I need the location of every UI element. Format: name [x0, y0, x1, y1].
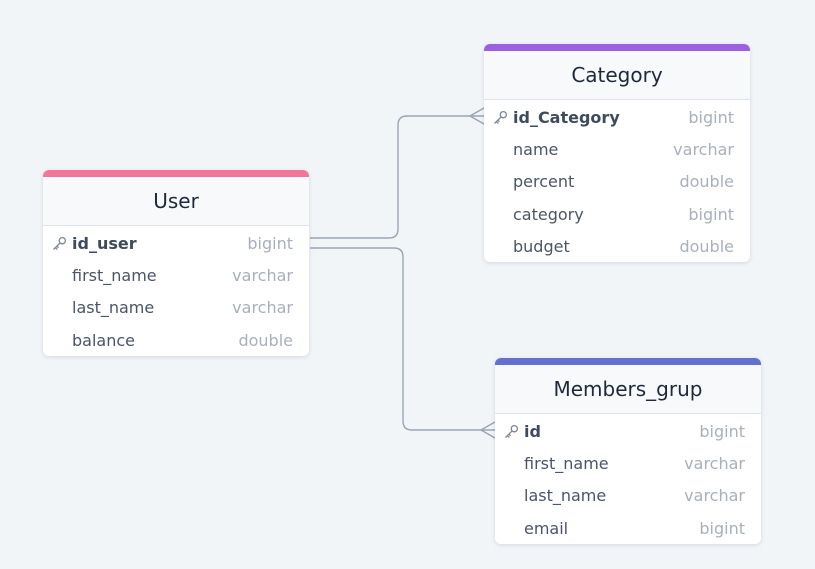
- column-type: double: [679, 236, 734, 256]
- column-type: varchar: [232, 265, 293, 285]
- table-user[interactable]: User id_user bigint first_name varchar l…: [43, 170, 309, 356]
- table-header-category[interactable]: Category: [484, 44, 750, 100]
- column-type: bigint: [688, 107, 734, 127]
- table-header-user[interactable]: User: [43, 170, 309, 226]
- column-row[interactable]: id_Category bigint: [484, 101, 750, 133]
- column-name: last_name: [524, 486, 607, 506]
- column-name: id_user: [72, 233, 137, 253]
- column-row[interactable]: name varchar: [484, 133, 750, 165]
- column-name: percent: [513, 172, 575, 192]
- column-type: bigint: [699, 421, 745, 441]
- column-type: varchar: [684, 453, 745, 473]
- table-header-members-grup[interactable]: Members_grup: [495, 358, 761, 414]
- column-type: varchar: [673, 139, 734, 159]
- table-title: User: [153, 189, 199, 213]
- column-type: varchar: [232, 298, 293, 318]
- column-type: bigint: [688, 204, 734, 224]
- key-icon: [505, 424, 519, 438]
- table-members-grup[interactable]: Members_grup id bigint first_name varcha…: [495, 358, 761, 544]
- column-row[interactable]: first_name varchar: [495, 447, 761, 479]
- crowfoot-members: [480, 421, 496, 439]
- column-name: name: [513, 139, 559, 159]
- table-category[interactable]: Category id_Category bigint name varchar…: [484, 44, 750, 262]
- key-icon: [53, 236, 67, 250]
- column-type: varchar: [684, 486, 745, 506]
- relationship-user-members[interactable]: [310, 247, 495, 431]
- table-title: Members_grup: [553, 377, 703, 401]
- column-name: category: [513, 204, 584, 224]
- column-row[interactable]: email bigint: [495, 512, 761, 544]
- column-name: last_name: [72, 298, 155, 318]
- column-name: first_name: [72, 265, 157, 285]
- relationship-user-category[interactable]: [310, 115, 484, 239]
- column-row[interactable]: category bigint: [484, 198, 750, 230]
- column-row[interactable]: percent double: [484, 166, 750, 198]
- key-icon: [494, 110, 508, 124]
- column-name: first_name: [524, 453, 609, 473]
- diagram-canvas: User id_user bigint first_name varchar l…: [0, 0, 815, 569]
- column-name: email: [524, 518, 569, 538]
- crowfoot-category: [469, 107, 485, 125]
- column-name: id_Category: [513, 107, 620, 127]
- column-row[interactable]: last_name varchar: [43, 292, 309, 324]
- column-type: bigint: [247, 233, 293, 253]
- column-row[interactable]: balance double: [43, 324, 309, 356]
- table-title: Category: [571, 63, 663, 87]
- column-type: double: [238, 330, 293, 350]
- column-type: double: [679, 172, 734, 192]
- column-name: id: [524, 421, 541, 441]
- column-row[interactable]: last_name varchar: [495, 480, 761, 512]
- column-row[interactable]: id bigint: [495, 415, 761, 447]
- column-name: balance: [72, 330, 135, 350]
- column-row[interactable]: first_name varchar: [43, 259, 309, 291]
- column-type: bigint: [699, 518, 745, 538]
- column-name: budget: [513, 236, 570, 256]
- column-row[interactable]: budget double: [484, 230, 750, 262]
- column-row[interactable]: id_user bigint: [43, 227, 309, 259]
